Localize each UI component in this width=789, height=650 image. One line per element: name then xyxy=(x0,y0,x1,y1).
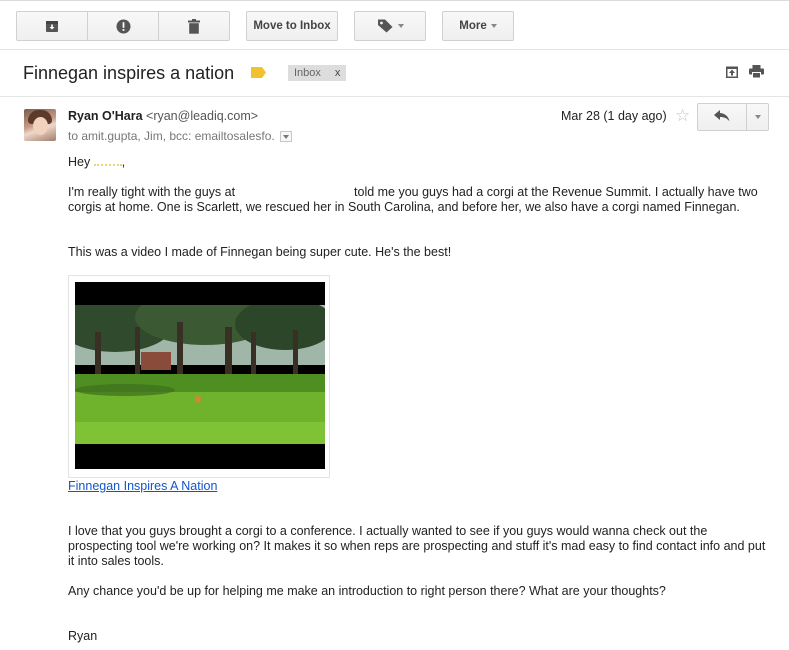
sender-email: <ryan@leadiq.com> xyxy=(146,109,259,123)
inbox-label-text: Inbox xyxy=(294,67,321,79)
avatar[interactable] xyxy=(24,109,56,141)
more-button[interactable]: More xyxy=(442,11,514,41)
toolbar: Move to Inbox More xyxy=(0,0,789,50)
greeting: Hey xyxy=(68,155,91,169)
paragraph-2: This was a video I made of Finnegan bein… xyxy=(68,245,452,259)
sender-name[interactable]: Ryan O'Hara xyxy=(68,109,143,123)
move-to-inbox-label: Move to Inbox xyxy=(253,20,331,32)
greeting-line: Hey , xyxy=(68,155,768,170)
print-icon[interactable] xyxy=(749,65,764,81)
video-link[interactable]: Finnegan Inspires A Nation xyxy=(68,479,217,493)
recipients-line: to amit.gupta, Jim, bcc: emailtosalesfo. xyxy=(68,129,292,143)
open-in-new-window-icon[interactable] xyxy=(726,65,738,81)
report-spam-icon xyxy=(116,19,131,34)
subject-row: Finnegan inspires a nation Inbox x xyxy=(0,51,789,97)
remove-label-button[interactable]: x xyxy=(335,67,341,79)
recipients-text: to amit.gupta, Jim, bcc: emailtosalesfo. xyxy=(68,129,275,143)
star-icon[interactable]: ☆ xyxy=(675,106,690,126)
reply-icon xyxy=(714,109,730,125)
archive-button[interactable] xyxy=(16,11,88,41)
report-spam-button[interactable] xyxy=(87,11,159,41)
paragraph-3: I love that you guys brought a corgi to … xyxy=(68,524,766,568)
signature: Ryan xyxy=(68,629,98,643)
archive-icon xyxy=(45,19,59,33)
paragraph-1-start: I'm really tight with the guys at xyxy=(68,185,236,199)
importance-marker-icon[interactable] xyxy=(251,67,266,81)
paragraph-1: I'm really tight with the guys at told m… xyxy=(68,185,768,215)
delete-button[interactable] xyxy=(158,11,230,41)
show-details-dropdown-icon[interactable] xyxy=(279,130,292,142)
label-tag-icon xyxy=(377,19,394,34)
video-thumbnail-card[interactable] xyxy=(68,275,330,478)
more-label: More xyxy=(459,20,487,32)
labels-button[interactable] xyxy=(354,11,426,41)
redacted-name xyxy=(93,160,122,166)
video-thumbnail[interactable] xyxy=(75,282,325,469)
chevron-down-icon xyxy=(490,24,497,28)
inbox-label-chip: Inbox x xyxy=(288,65,347,81)
reply-button[interactable] xyxy=(697,103,747,131)
message-date: Mar 28 (1 day ago) xyxy=(561,109,667,123)
sender-line: Ryan O'Hara <ryan@leadiq.com> xyxy=(68,109,258,123)
chevron-down-icon xyxy=(754,115,761,119)
chevron-down-icon xyxy=(397,24,404,28)
more-actions-button[interactable] xyxy=(746,103,769,131)
move-to-inbox-button[interactable]: Move to Inbox xyxy=(246,11,338,41)
trash-icon xyxy=(188,18,200,34)
paragraph-4: Any chance you'd be up for helping me ma… xyxy=(68,584,666,598)
redacted-company xyxy=(239,188,351,198)
thread-subject: Finnegan inspires a nation xyxy=(23,63,235,83)
greeting-comma: , xyxy=(121,155,126,169)
